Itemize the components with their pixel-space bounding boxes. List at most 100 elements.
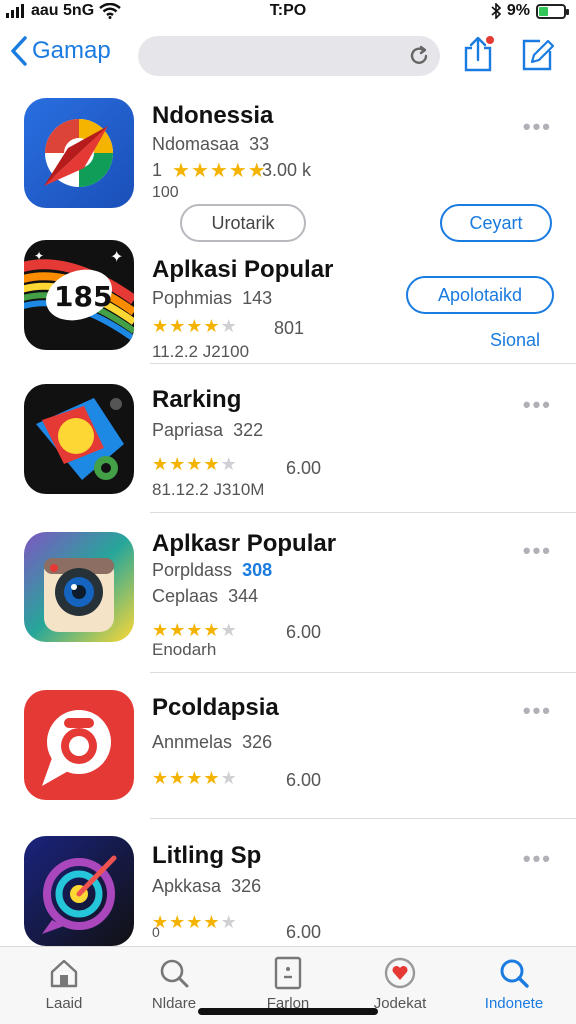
star-icon: ★ [169,620,187,640]
edit-icon [522,39,555,71]
star-icon: ★ [186,620,204,640]
get-button[interactable]: Apolotaikd [406,276,554,314]
star-icon: ★ [152,768,170,788]
more-options-button[interactable]: ••• [523,538,552,564]
refresh-icon[interactable] [408,45,430,67]
star-rating: ★★★★★ [172,158,267,183]
get-button[interactable]: Ceyart [440,204,552,242]
subtitle-number: 33 [249,134,270,154]
subtitle-text: Ndomasaa [152,134,240,154]
app-subtitle-2: Ceplaas 344 [152,586,258,607]
subtitle-number: 326 [242,732,273,752]
subtitle-text: Apkkasa [152,876,222,896]
app-meta: 81.12.2 J310M [152,480,265,499]
app-icon-camera[interactable] [24,532,134,642]
app-subtitle: Apkkasa 326 [152,876,261,897]
subtitle-number: 308 [242,560,273,580]
row-divider [150,363,576,364]
subtitle-text: Pophmias [152,288,233,308]
edit-button[interactable] [520,36,555,77]
star-rating: ★★★★★ [152,768,238,789]
star-icon: ★ [186,454,204,474]
star-icon: ★ [220,454,238,474]
app-subtitle: Porpldass 308 [152,560,272,581]
app-icon-target[interactable] [24,836,134,946]
home-icon [50,959,78,988]
star-icon: ★ [209,160,229,182]
star-icon: ★ [203,912,221,932]
app-name: Ndonessia [152,102,274,129]
more-options-button[interactable]: ••• [523,114,552,140]
app-name: Pcoldapsia [152,694,279,721]
star-icon: ★ [186,316,204,336]
star-icon: ★ [228,160,248,182]
svg-text:✦: ✦ [110,249,123,266]
star-icon: ★ [169,316,187,336]
star-icon: ★ [172,160,191,182]
app-subtitle: Pophmias 143 [152,288,272,309]
more-options-button[interactable]: ••• [523,846,552,872]
app-meta: 100 [152,184,179,201]
tab-heart[interactable]: Jodekat [350,955,450,1012]
subtitle-text: Annmelas [152,732,233,752]
app-icon-compass[interactable] [24,98,134,208]
heart-shield-icon [384,957,416,989]
star-icon: ★ [169,912,187,932]
tab-label: Indonete [484,995,544,1012]
secondary-button[interactable]: Urotarik [180,204,306,242]
tab-search-1[interactable]: Nldare [124,955,224,1012]
notification-dot [486,36,494,44]
subtitle-number: 344 [228,586,259,606]
tab-search-active[interactable]: Indonete [464,955,564,1012]
status-time: T:PO [269,2,307,19]
subtitle-text: Ceplaas [152,586,219,606]
app-icon-rainbow[interactable]: 185 ✦ ✦ [24,240,134,350]
rating-value: 6.00 [286,458,322,478]
battery-icon [536,3,569,19]
app-name: Aplkasi Popular [152,256,334,283]
card-icon [274,956,302,990]
back-chevron-icon [11,36,27,66]
star-icon: ★ [220,620,238,640]
star-icon: ★ [220,912,238,932]
subtitle-number: 326 [231,876,262,896]
subtitle-number: 322 [233,420,264,440]
star-icon: ★ [203,620,221,640]
star-icon: ★ [152,620,170,640]
app-icon-chat[interactable] [24,690,134,800]
app-subtitle: Annmelas 326 [152,732,272,753]
star-icon: ★ [203,316,221,336]
back-label: Gamap [32,37,111,64]
tab-home[interactable]: Laaid [14,955,114,1012]
star-rating: ★★★★★ [152,912,238,933]
star-icon: ★ [169,454,187,474]
battery-percent: 9% [506,2,530,19]
subtitle-number: 143 [242,288,273,308]
rating-value: 6.00 [286,622,322,642]
app-subtitle: Papriasa 322 [152,420,263,441]
share-button[interactable] [462,36,494,77]
search-field[interactable] [138,36,440,76]
star-icon: ★ [190,160,210,182]
rating-count: 1 [152,160,163,180]
svg-text:✦: ✦ [34,249,44,263]
star-icon: ★ [203,454,221,474]
row-divider [150,512,576,513]
tab-card[interactable]: Farlon [238,955,338,1012]
star-icon: ★ [186,768,204,788]
star-icon: ★ [186,912,204,932]
star-icon: ★ [152,316,170,336]
search-icon [160,959,189,988]
rating-value: 801 [274,318,305,338]
row-divider [150,818,576,819]
app-icon-shapes[interactable] [24,384,134,494]
back-button[interactable]: Gamap [10,36,111,66]
status-bar: aau 5nG T:PO 9% [0,0,576,24]
more-options-button[interactable]: ••• [523,392,552,418]
link-text[interactable]: Sional [490,330,540,351]
more-options-button[interactable]: ••• [523,698,552,724]
app-meta: 11.2.2 J2100 [152,342,250,361]
app-subtitle: Ndomasaa 33 [152,134,269,155]
app-meta: Enodarh [152,640,217,659]
subtitle-text: Porpldass [152,560,233,580]
